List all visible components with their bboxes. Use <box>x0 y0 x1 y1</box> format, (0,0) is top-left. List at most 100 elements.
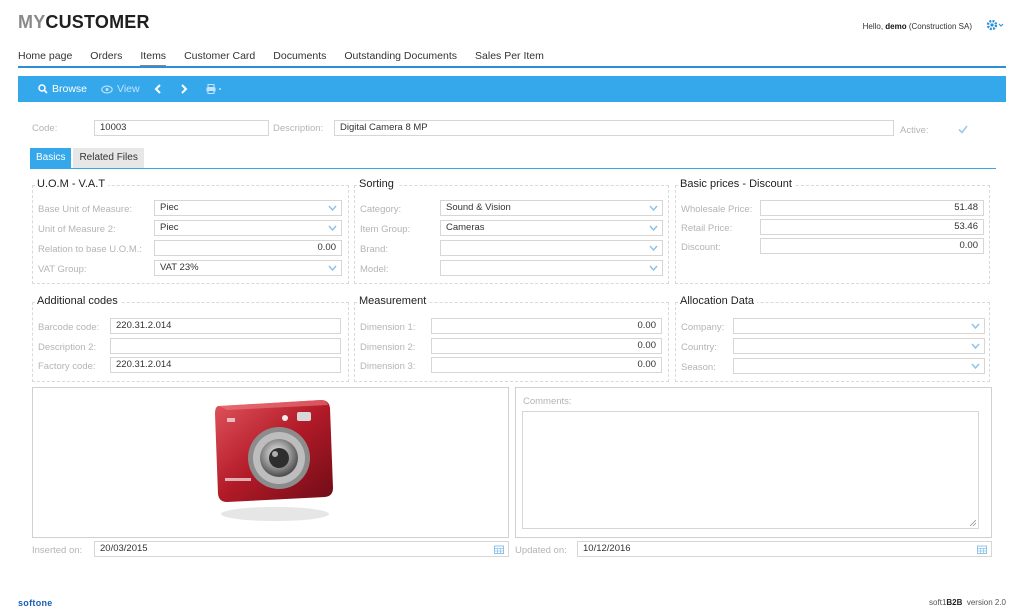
previous-button[interactable] <box>154 84 166 94</box>
nav-documents[interactable]: Documents <box>273 50 326 66</box>
chevron-down-icon <box>649 245 658 251</box>
tab-related-files[interactable]: Related Files <box>73 148 144 168</box>
user-greeting: Hello, demo (Construction SA) <box>863 22 972 31</box>
description-label: Description: <box>273 123 324 134</box>
nav-orders[interactable]: Orders <box>90 50 122 66</box>
item-group-select[interactable]: Cameras <box>440 220 663 236</box>
vat-group-value: VAT 23% <box>160 262 199 273</box>
comments-textarea[interactable] <box>522 411 979 529</box>
dimension2-field[interactable]: 0.00 <box>431 338 662 354</box>
active-label: Active: <box>900 125 929 136</box>
next-button[interactable] <box>180 84 192 94</box>
chevron-down-icon <box>971 343 980 349</box>
inserted-date-value: 20/03/2015 <box>100 543 148 554</box>
updated-date-field[interactable]: 10/12/2016 <box>577 541 992 557</box>
item-image-box[interactable] <box>32 387 509 538</box>
sorting-title: Sorting <box>359 178 397 190</box>
company-select[interactable] <box>733 318 985 334</box>
discount-label: Discount: <box>681 242 721 253</box>
print-button[interactable] <box>206 84 226 94</box>
eye-icon <box>101 85 113 93</box>
nav-customer-card[interactable]: Customer Card <box>184 50 255 66</box>
relation-field[interactable]: 0.00 <box>154 240 342 256</box>
nav-home[interactable]: Home page <box>18 50 72 66</box>
item-form: Code: 10003 Description: Digital Camera … <box>18 108 1006 573</box>
factory-code-field[interactable]: 220.31.2.014 <box>110 357 341 373</box>
dimension1-label: Dimension 1: <box>360 322 416 333</box>
discount-field[interactable]: 0.00 <box>760 238 984 254</box>
wholesale-label: Wholesale Price: <box>681 204 753 215</box>
retail-price-field[interactable]: 53.46 <box>760 219 984 235</box>
model-select[interactable] <box>440 260 663 276</box>
chevron-down-icon <box>649 265 658 271</box>
barcode-field[interactable]: 220.31.2.014 <box>110 318 341 334</box>
browse-button[interactable]: Browse <box>38 83 87 95</box>
chevron-down-icon <box>971 363 980 369</box>
dimension1-field[interactable]: 0.00 <box>431 318 662 334</box>
brand-select[interactable] <box>440 240 663 256</box>
chevron-down-icon <box>649 205 658 211</box>
base-unit-select[interactable]: Piec <box>154 200 342 216</box>
tab-basics[interactable]: Basics <box>30 148 72 168</box>
category-value: Sound & Vision <box>446 202 511 213</box>
season-select[interactable] <box>733 358 985 374</box>
updated-label: Updated on: <box>515 545 567 556</box>
code-label: Code: <box>32 123 58 134</box>
softone-logo: softone <box>18 598 53 608</box>
print-icon <box>206 84 221 94</box>
calendar-icon[interactable] <box>494 545 504 554</box>
category-select[interactable]: Sound & Vision <box>440 200 663 216</box>
code-field[interactable]: 10003 <box>94 120 269 136</box>
brand-label: Brand: <box>360 244 388 255</box>
category-label: Category: <box>360 204 402 215</box>
relation-label: Relation to base U.O.M.: <box>38 244 143 255</box>
chevron-down-icon <box>328 225 337 231</box>
chevron-down-icon <box>971 323 980 329</box>
toolbar: Browse View <box>18 76 1006 102</box>
country-label: Country: <box>681 342 717 353</box>
nav-outstanding-documents[interactable]: Outstanding Documents <box>344 50 457 66</box>
greeting-prefix: Hello, <box>862 22 886 31</box>
main-nav: Home page Orders Items Customer Card Doc… <box>18 50 562 66</box>
country-select[interactable] <box>733 338 985 354</box>
tab-bar: Basics Related Files <box>30 148 146 168</box>
nav-sales-per-item[interactable]: Sales Per Item <box>475 50 544 66</box>
logo-my: MY <box>18 12 46 32</box>
search-icon <box>38 84 48 94</box>
comments-label: Comments: <box>523 396 572 407</box>
product-name-a: soft1 <box>929 598 947 607</box>
model-label: Model: <box>360 264 389 275</box>
calendar-icon[interactable] <box>977 545 987 554</box>
camera-image <box>215 400 333 521</box>
chevron-down-icon <box>328 265 337 271</box>
dimension3-label: Dimension 3: <box>360 361 416 372</box>
unit2-select[interactable]: Piec <box>154 220 342 236</box>
gear-icon[interactable] <box>986 18 1004 32</box>
user-company: (Construction SA) <box>906 22 972 31</box>
comments-box: Comments: <box>515 387 992 538</box>
description2-field[interactable] <box>110 338 341 354</box>
description-field[interactable]: Digital Camera 8 MP <box>334 120 894 136</box>
active-checkbox[interactable] <box>958 125 968 134</box>
browse-label: Browse <box>52 83 88 95</box>
dimension3-field[interactable]: 0.00 <box>431 357 662 373</box>
inserted-date-field[interactable]: 20/03/2015 <box>94 541 509 557</box>
view-button[interactable]: View <box>101 83 140 95</box>
additional-codes-title: Additional codes <box>37 295 121 307</box>
base-unit-label: Base Unit of Measure: <box>38 204 132 215</box>
resize-handle-icon[interactable] <box>970 520 976 526</box>
chevron-down-icon <box>328 205 337 211</box>
nav-items[interactable]: Items <box>140 50 167 66</box>
version-text: version 2.0 <box>966 598 1006 607</box>
user-name[interactable]: demo <box>885 22 906 31</box>
vat-group-select[interactable]: VAT 23% <box>154 260 342 276</box>
allocation-title: Allocation Data <box>680 295 757 307</box>
wholesale-price-field[interactable]: 51.48 <box>760 200 984 216</box>
company-label: Company: <box>681 322 725 333</box>
product-version: soft1B2B version 2.0 <box>929 598 1006 607</box>
nav-underline <box>18 66 1006 68</box>
app-logo[interactable]: MYCUSTOMER <box>18 12 150 33</box>
base-unit-value: Piec <box>160 202 179 213</box>
tab-underline <box>30 168 996 169</box>
retail-label: Retail Price: <box>681 223 733 234</box>
